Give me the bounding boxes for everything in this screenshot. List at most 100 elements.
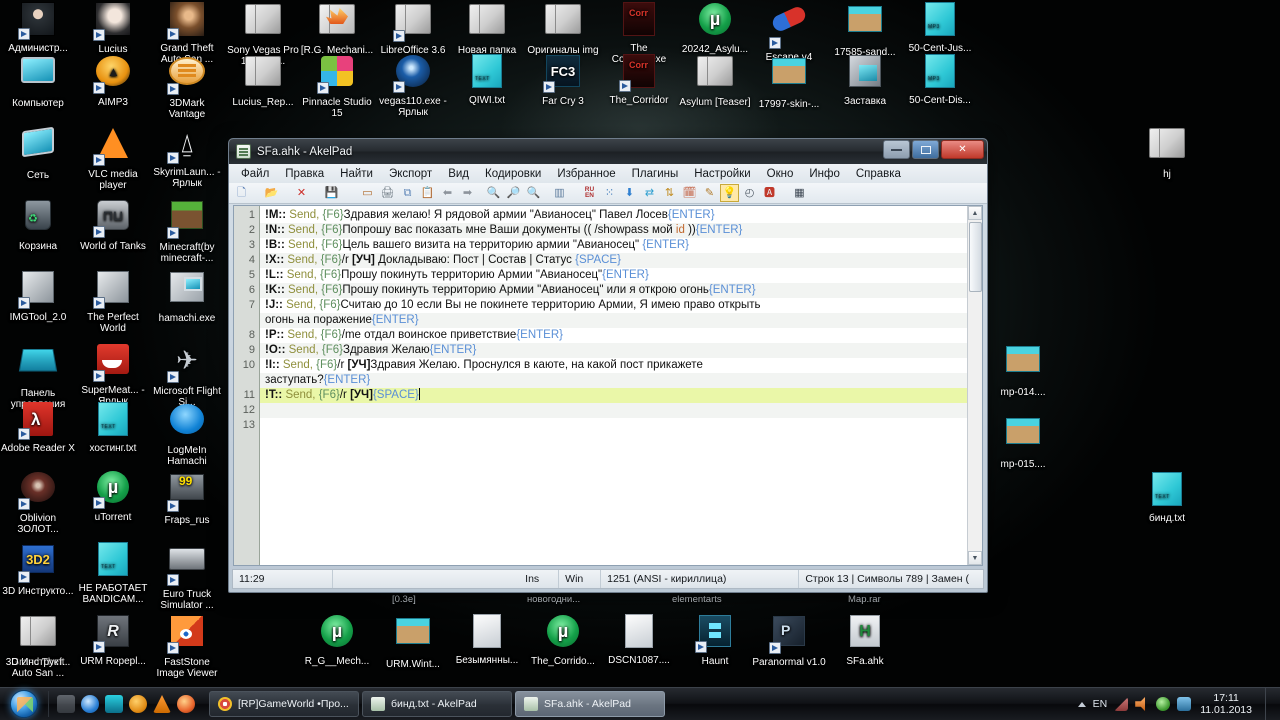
menu-item[interactable]: Экспорт (381, 167, 440, 181)
task-buttons[interactable]: [RP]GameWorld •Про... бинд.txt - AkelPad S… (209, 691, 665, 717)
media-center-icon[interactable] (105, 695, 123, 713)
taskbar-task-button[interactable]: SFa.ahk - AkelPad (515, 691, 665, 717)
show-desktop-button[interactable] (1265, 687, 1274, 720)
taskbar[interactable]: [RP]GameWorld •Про... бинд.txt - AkelPad S… (0, 687, 1280, 720)
menu-item[interactable]: Окно (759, 167, 802, 181)
code-line[interactable]: заступать?{ENTER} (260, 373, 982, 388)
clock[interactable]: 17:11 11.01.2013 (1198, 692, 1258, 716)
akelpad-window[interactable]: SFa.ahk - AkelPad ✕ Файл Правка Найти Экспо… (228, 138, 988, 593)
save-file-dropdown-icon[interactable] (342, 184, 351, 202)
desktop-icon[interactable]: 99 Fraps_rus (150, 468, 224, 526)
desktop-icon[interactable]: R URM Ropepl... (76, 612, 150, 667)
quick-launch-bar[interactable] (48, 691, 203, 717)
menu-item[interactable]: Файл (233, 167, 277, 181)
menu-item[interactable]: Кодировки (477, 167, 549, 181)
taskbar-task-button[interactable]: [RP]GameWorld •Про... (209, 691, 359, 717)
aimp-icon[interactable] (129, 695, 147, 713)
color-icon[interactable]: 🅰 (760, 184, 779, 202)
network-icon[interactable] (1114, 697, 1129, 711)
code-line[interactable]: !T:: Send, {F6}/r [УЧ]{SPACE} (260, 388, 982, 403)
desktop-icon[interactable]: 3DMark Vantage (150, 52, 224, 120)
split-window-icon[interactable]: ▥ (550, 184, 569, 202)
desktop-icon[interactable]: LibreOffice 3.6 (376, 0, 450, 56)
desktop-icon[interactable]: Новая папка (450, 0, 524, 56)
desktop-icon[interactable]: hamachi.exe (150, 268, 224, 324)
code-line[interactable]: !X:: Send, {F6}/r [УЧ] Докладываю: Пост … (260, 253, 982, 268)
desktop-icon[interactable]: Minecraft(by minecraft-... (150, 196, 224, 264)
desktop-icon[interactable]: Oblivion ЗОЛОТ... (1, 468, 75, 535)
code-line[interactable]: !M:: Send, {F6}Здравия желаю! Я рядовой … (260, 208, 982, 223)
desktop-icon[interactable]: µ 20242_Asylu... (678, 0, 752, 55)
undo-icon[interactable]: ⬅ (438, 184, 457, 202)
firefox-icon[interactable] (177, 695, 195, 713)
desktop-icon[interactable]: LogMeIn Hamachi (150, 400, 224, 467)
desktop-icon[interactable]: ⍙ SkyrimLaun... - Ярлык (150, 124, 224, 189)
code-line[interactable]: !B:: Send, {F6}Цель вашего визита на тер… (260, 238, 982, 253)
tray-language[interactable]: EN (1093, 698, 1108, 710)
vlc-icon[interactable] (153, 695, 171, 713)
toolbar[interactable]: 🗋 📂 ✕ 💾 ▭ 🖨 ⧉ 📋 ⬅ ➡ 🔍 🔎 🔍 ▥ RU EN ⁙ ⬇ ⇄ ⇅ 🗓 ✎ 💡 ◴ 🅰 ▦ (229, 183, 987, 204)
desktop-icon[interactable]: [R.G. Mechani... (300, 0, 374, 56)
close-file-icon[interactable]: ✕ (292, 184, 311, 202)
desktop-icon[interactable]: Компьютер (1, 52, 75, 109)
desktop-icon[interactable]: 3D2 3D Инструкто... (1, 540, 75, 597)
menu-item[interactable]: Правка (277, 167, 332, 181)
menu-item[interactable]: Избранное (549, 167, 623, 181)
desktop-icon[interactable]: Безымянны... (450, 612, 524, 666)
editor-area[interactable]: 1 2 3 4 5 6 7 8 9 10 11 12 13 !M:: Send, {F6}Здравия… (233, 205, 983, 566)
desktop-icon[interactable]: Pinnacle Studio 15 (300, 52, 374, 119)
color-dropdown-icon[interactable] (780, 184, 789, 202)
menu-item[interactable]: Настройки (686, 167, 758, 181)
desktop-icon[interactable]: VLC media player (76, 124, 150, 191)
desktop-icon[interactable]: µ The_Corrido... (526, 612, 600, 667)
desktop-icon[interactable]: IMGTool_2.0 (1, 268, 75, 323)
find-icon[interactable]: 🔍 (484, 184, 503, 202)
desktop-icon[interactable]: Haunt (678, 612, 752, 667)
new-file-icon[interactable]: 🗋 (232, 184, 251, 202)
desktop-icon[interactable]: P Paranormal v1.0 (752, 612, 826, 668)
desktop-icon[interactable]: vegas110.exe - Ярлык (376, 52, 450, 118)
vertical-scrollbar[interactable]: ▲ ▼ (967, 206, 982, 565)
desktop[interactable]: Администр... Компьютер Сеть ♻ Корзина IMGTool… (0, 0, 1280, 720)
start-button[interactable] (0, 689, 48, 720)
desktop-icon[interactable]: Lucius_Rep... (226, 52, 300, 108)
code-line[interactable]: !L:: Send, {F6}Прошу покинуть территорию… (260, 268, 982, 283)
print-icon[interactable]: 🖨 (378, 184, 397, 202)
desktop-icon[interactable]: µ R_G__Mech... (300, 612, 374, 667)
split-window-dropdown-icon[interactable] (570, 184, 579, 202)
code-line[interactable]: !K:: Send, {F6}Прошу покинуть территорию… (260, 283, 982, 298)
desktop-icon[interactable]: SuperMeat... - Ярлык (76, 340, 150, 407)
code-text-area[interactable]: !M:: Send, {F6}Здравия желаю! Я рядовой … (260, 206, 982, 565)
copy-icon[interactable]: ⧉ (398, 184, 417, 202)
sort-icon[interactable]: ⇅ (660, 184, 679, 202)
new-file-dropdown-icon[interactable] (252, 184, 261, 202)
sync-icon[interactable]: ⇄ (640, 184, 659, 202)
desktop-icon[interactable]: 17585-sand... (828, 0, 902, 58)
desktop-icon[interactable]: 50-Cent-Jus... (903, 0, 977, 54)
goto-icon[interactable]: 🔍 (524, 184, 543, 202)
desktop-icon[interactable]: Asylum [Teaser] (678, 52, 752, 108)
menu-bar[interactable]: Файл Правка Найти Экспорт Вид Кодировки Избран… (229, 164, 987, 183)
scroll-down-arrow[interactable]: ▼ (968, 551, 982, 565)
desktop-icon[interactable]: ✈ Microsoft Flight Si... (150, 340, 224, 408)
redo-icon[interactable]: ➡ (458, 184, 477, 202)
desktop-icon[interactable]: ⊓⊔ World of Tanks (76, 196, 150, 252)
close-button[interactable]: ✕ (941, 140, 984, 159)
taskbar-task-button[interactable]: бинд.txt - AkelPad (362, 691, 512, 717)
code-line[interactable]: !J:: Send, {F6}Считаю до 10 если Вы не п… (260, 298, 982, 313)
desktop-icon[interactable]: URM.Wint... (376, 612, 450, 670)
system-tray[interactable]: EN 17:11 11.01.2013 (1077, 687, 1280, 720)
desktop-icon[interactable]: DSCN1087.... (602, 612, 676, 666)
desktop-icon[interactable]: The Perfect World (76, 268, 150, 334)
scrollbar-thumb[interactable] (969, 222, 982, 292)
highlight-icon[interactable]: 💡 (720, 184, 739, 202)
desktop-icon[interactable]: FastStone Image Viewer (150, 612, 224, 679)
minimize-button[interactable] (883, 140, 910, 159)
save-file-icon[interactable]: 💾 (322, 184, 341, 202)
desktop-icon[interactable]: Euro Truck Simulator ... (150, 540, 224, 611)
menu-item[interactable]: Плагины (624, 167, 687, 181)
desktop-icon[interactable]: ▲ AIMP3 (76, 52, 150, 108)
desktop-icon[interactable]: ♻ Корзина (1, 196, 75, 252)
desktop-icon[interactable]: QIWI.txt (450, 52, 524, 106)
clock-icon[interactable]: ◴ (740, 184, 759, 202)
